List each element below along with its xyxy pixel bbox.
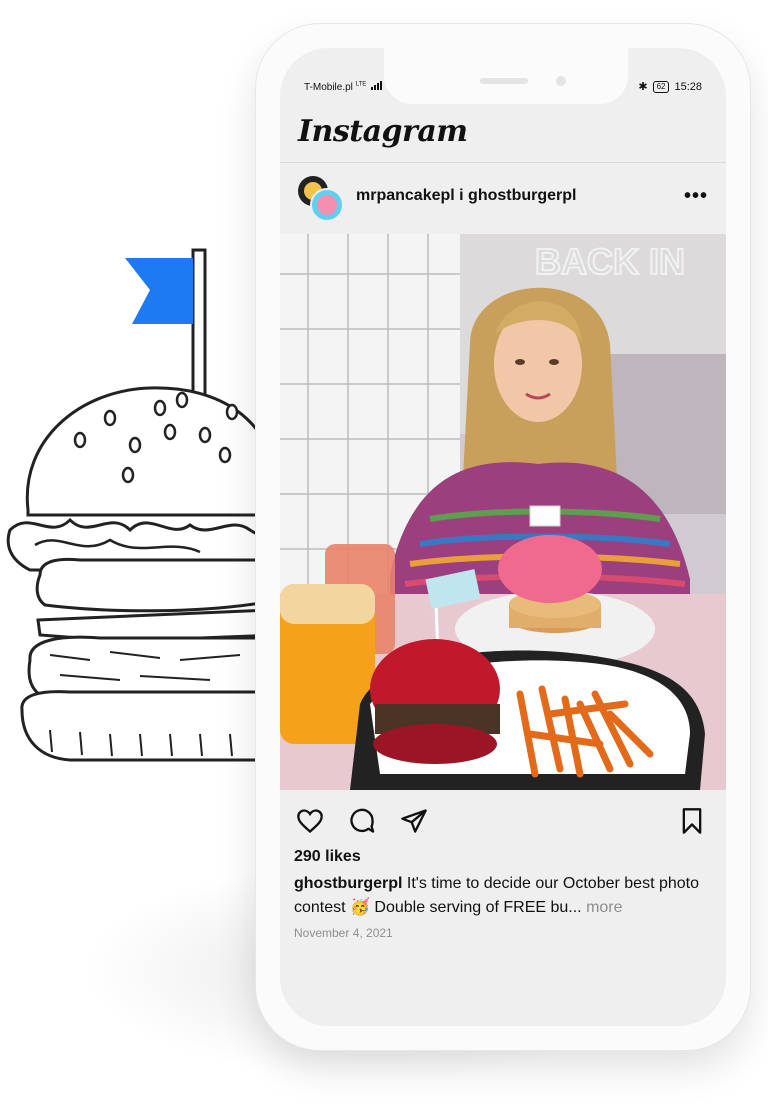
clock: 15:28 bbox=[674, 80, 702, 93]
phone-notch bbox=[384, 48, 628, 104]
battery-icon: 62 bbox=[652, 80, 670, 93]
post-usernames[interactable]: mrpancakepl i ghostburgerpl bbox=[356, 187, 576, 205]
signal-icon bbox=[371, 80, 383, 90]
avatar[interactable] bbox=[310, 188, 344, 222]
neon-sign-text: BACK IN bbox=[535, 241, 685, 282]
burger-illustration bbox=[0, 240, 282, 780]
post-photo[interactable]: BACK IN bbox=[280, 234, 726, 790]
comment-icon[interactable] bbox=[348, 807, 376, 835]
bluetooth-icon: ✱ bbox=[638, 81, 648, 93]
carrier-label: T-Mobile.pl bbox=[304, 82, 353, 93]
header-divider bbox=[280, 162, 726, 163]
network-label: LTE bbox=[355, 81, 367, 88]
likes-count[interactable]: 290 likes bbox=[294, 848, 361, 866]
heart-icon[interactable] bbox=[296, 807, 324, 835]
speaker-grille bbox=[480, 78, 528, 84]
post-actions bbox=[296, 806, 706, 836]
burger-drawing bbox=[6, 248, 282, 762]
send-icon[interactable] bbox=[400, 807, 428, 835]
phone-screen: T-Mobile.pl LTE ✱ 62 15:28 Instagram mrp… bbox=[280, 48, 726, 1026]
phone-frame: T-Mobile.pl LTE ✱ 62 15:28 Instagram mrp… bbox=[256, 24, 750, 1050]
post-header: mrpancakepl i ghostburgerpl ••• bbox=[298, 176, 708, 222]
status-bar-left: T-Mobile.pl LTE bbox=[304, 80, 383, 93]
more-link[interactable]: more bbox=[586, 899, 622, 916]
front-camera bbox=[556, 76, 566, 86]
avatar-group[interactable] bbox=[298, 176, 344, 222]
blue-flag bbox=[125, 258, 193, 324]
caption-username[interactable]: ghostburgerpl bbox=[294, 875, 402, 892]
more-dots-icon[interactable]: ••• bbox=[684, 185, 708, 208]
bookmark-icon[interactable] bbox=[678, 807, 706, 835]
photo-image: BACK IN bbox=[280, 234, 726, 790]
flag-pole bbox=[191, 248, 207, 402]
post-date: November 4, 2021 bbox=[294, 926, 393, 940]
post-caption: ghostburgerpl It's time to decide our Oc… bbox=[294, 872, 714, 920]
instagram-logo[interactable]: Instagram bbox=[298, 114, 468, 149]
status-bar-right: ✱ 62 15:28 bbox=[638, 80, 702, 93]
